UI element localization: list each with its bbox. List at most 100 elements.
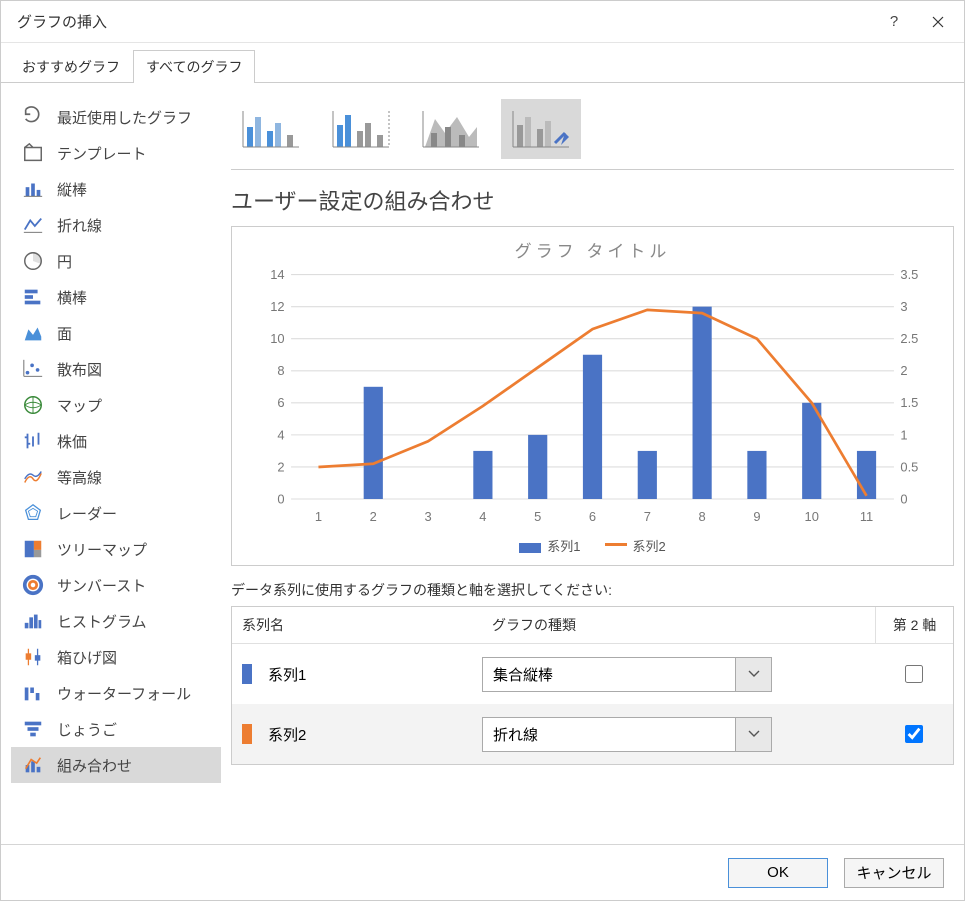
- sidebar-item-waterfall[interactable]: ウォーターフォール: [11, 675, 221, 711]
- sidebar-item-label: マップ: [57, 395, 102, 416]
- sidebar-item-label: ツリーマップ: [57, 539, 147, 560]
- chart-title: グラフ タイトル: [248, 237, 937, 262]
- radar-icon: [21, 501, 45, 525]
- series-color-swatch: [242, 724, 252, 744]
- sidebar-item-stock[interactable]: 株価: [11, 423, 221, 459]
- help-button[interactable]: ?: [872, 6, 916, 38]
- chevron-down-icon: [748, 730, 760, 738]
- sidebar-item-boxwhisker[interactable]: 箱ひげ図: [11, 639, 221, 675]
- chart-type-list: 最近使用したグラフテンプレート縦棒折れ線円横棒面散布図マップ株価等高線レーダーツ…: [11, 99, 221, 834]
- legend-series1: 系列1: [519, 536, 580, 555]
- sidebar-item-column[interactable]: 縦棒: [11, 171, 221, 207]
- sidebar-item-label: 折れ線: [57, 215, 102, 236]
- ok-button[interactable]: OK: [728, 858, 828, 888]
- series-row: 系列1集合縦棒: [232, 644, 953, 704]
- sidebar-item-sunburst[interactable]: サンバースト: [11, 567, 221, 603]
- line-icon: [21, 213, 45, 237]
- svg-text:3: 3: [900, 299, 907, 314]
- series-name: 系列1: [268, 664, 482, 685]
- sidebar-item-label: サンバースト: [57, 575, 146, 596]
- secondary-axis-checkbox[interactable]: [905, 725, 923, 743]
- svg-text:1: 1: [900, 427, 907, 442]
- svg-text:14: 14: [270, 268, 284, 282]
- sidebar-item-pie[interactable]: 円: [11, 243, 221, 279]
- secondary-axis-checkbox[interactable]: [905, 665, 923, 683]
- sidebar-item-recent[interactable]: 最近使用したグラフ: [11, 99, 221, 135]
- combo-dropdown-button[interactable]: [735, 718, 771, 751]
- svg-text:12: 12: [270, 299, 284, 314]
- svg-text:1.5: 1.5: [900, 395, 918, 410]
- svg-text:6: 6: [589, 509, 596, 524]
- series-name: 系列2: [268, 724, 482, 745]
- sidebar-item-area[interactable]: 面: [11, 315, 221, 351]
- treemap-icon: [21, 537, 45, 561]
- sidebar-item-label: 最近使用したグラフ: [57, 107, 192, 128]
- sidebar-item-label: ヒストグラム: [57, 611, 147, 632]
- subtype-title: ユーザー設定の組み合わせ: [231, 184, 954, 216]
- combo-value: 集合縦棒: [483, 658, 735, 691]
- bar-icon: [21, 285, 45, 309]
- subtype-custom-combination[interactable]: [501, 99, 581, 159]
- cancel-button[interactable]: キャンセル: [844, 858, 944, 888]
- recent-icon: [21, 105, 45, 129]
- waterfall-icon: [21, 681, 45, 705]
- sidebar-item-funnel[interactable]: じょうご: [11, 711, 221, 747]
- chart-preview: グラフ タイトル 0246810121400.511.522.533.51234…: [231, 226, 954, 566]
- legend-series2: 系列2: [605, 536, 666, 555]
- subtype-clustered-column-line[interactable]: [231, 99, 311, 159]
- tab-all[interactable]: すべてのグラフ: [133, 50, 255, 83]
- svg-text:9: 9: [753, 509, 760, 524]
- svg-text:11: 11: [860, 509, 873, 524]
- close-button[interactable]: [916, 6, 960, 38]
- combo-dropdown-button[interactable]: [735, 658, 771, 691]
- histogram-icon: [21, 609, 45, 633]
- series-table: 系列名 グラフの種類 第 2 軸 系列1集合縦棒系列2折れ線: [231, 606, 954, 765]
- svg-text:8: 8: [277, 363, 284, 378]
- chart-type-combo[interactable]: 集合縦棒: [482, 657, 772, 692]
- sidebar-item-label: 箱ひげ図: [57, 647, 117, 668]
- svg-text:4: 4: [479, 509, 486, 524]
- chevron-down-icon: [748, 670, 760, 678]
- sidebar-item-surface[interactable]: 等高線: [11, 459, 221, 495]
- sidebar-item-map[interactable]: マップ: [11, 387, 221, 423]
- chart-legend: 系列1 系列2: [248, 536, 937, 555]
- chart-svg: 0246810121400.511.522.533.51234567891011: [248, 268, 937, 532]
- tab-strip: おすすめグラフ すべてのグラフ: [1, 43, 964, 83]
- subtype-clustered-column-line-secondary[interactable]: [321, 99, 401, 159]
- sidebar-item-label: 等高線: [57, 467, 102, 488]
- svg-text:2.5: 2.5: [900, 331, 918, 346]
- svg-text:10: 10: [270, 331, 284, 346]
- sidebar-item-line[interactable]: 折れ線: [11, 207, 221, 243]
- svg-text:0.5: 0.5: [900, 459, 918, 474]
- sunburst-icon: [21, 573, 45, 597]
- svg-text:0: 0: [277, 491, 284, 506]
- template-icon: [21, 141, 45, 165]
- map-icon: [21, 393, 45, 417]
- combo-value: 折れ線: [483, 718, 735, 751]
- svg-text:2: 2: [370, 509, 377, 524]
- sidebar-item-bar[interactable]: 横棒: [11, 279, 221, 315]
- svg-text:7: 7: [644, 509, 651, 524]
- sidebar-item-histogram[interactable]: ヒストグラム: [11, 603, 221, 639]
- sidebar-item-label: 縦棒: [57, 179, 87, 200]
- tab-recommended[interactable]: おすすめグラフ: [9, 50, 133, 83]
- chart-type-combo[interactable]: 折れ線: [482, 717, 772, 752]
- sidebar-item-treemap[interactable]: ツリーマップ: [11, 531, 221, 567]
- header-axis: 第 2 軸: [875, 607, 953, 643]
- header-type: グラフの種類: [482, 607, 875, 643]
- sidebar-item-combo[interactable]: 組み合わせ: [11, 747, 221, 783]
- svg-text:8: 8: [699, 509, 706, 524]
- combo-subtype-row: [231, 99, 954, 170]
- sidebar-item-label: 面: [57, 323, 72, 344]
- sidebar-item-template[interactable]: テンプレート: [11, 135, 221, 171]
- funnel-icon: [21, 717, 45, 741]
- svg-text:10: 10: [805, 509, 819, 524]
- window-title: グラフの挿入: [17, 11, 107, 32]
- series-header: 系列名 グラフの種類 第 2 軸: [232, 607, 953, 644]
- sidebar-item-radar[interactable]: レーダー: [11, 495, 221, 531]
- svg-text:2: 2: [900, 363, 907, 378]
- svg-text:1: 1: [315, 509, 322, 524]
- subtype-stacked-area-column[interactable]: [411, 99, 491, 159]
- sidebar-item-scatter[interactable]: 散布図: [11, 351, 221, 387]
- sidebar-item-label: 円: [57, 251, 72, 272]
